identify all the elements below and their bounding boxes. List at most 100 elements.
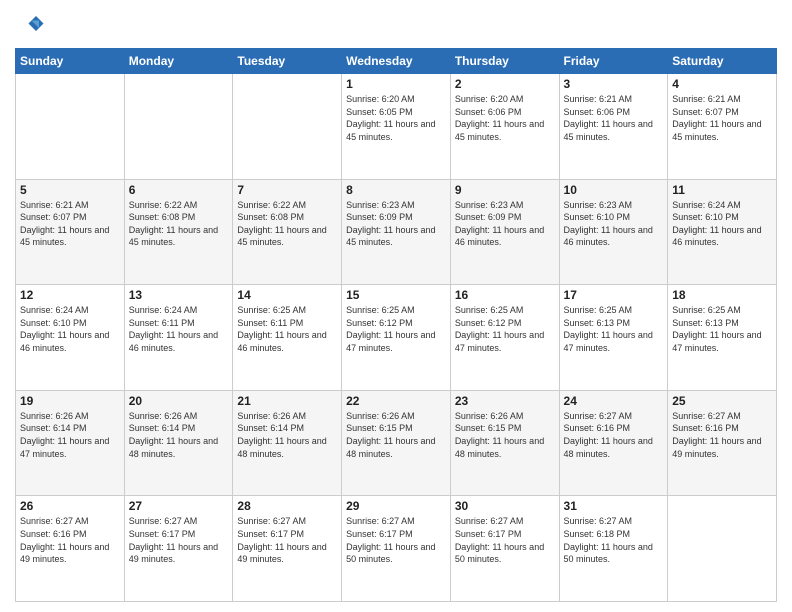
day-number: 15: [346, 288, 446, 302]
day-info: Sunrise: 6:21 AM Sunset: 6:07 PM Dayligh…: [672, 93, 772, 143]
day-info: Sunrise: 6:26 AM Sunset: 6:14 PM Dayligh…: [129, 410, 229, 460]
page: SundayMondayTuesdayWednesdayThursdayFrid…: [0, 0, 792, 612]
calendar-cell: 14 Sunrise: 6:25 AM Sunset: 6:11 PM Dayli…: [233, 285, 342, 391]
day-info: Sunrise: 6:22 AM Sunset: 6:08 PM Dayligh…: [129, 199, 229, 249]
day-info: Sunrise: 6:27 AM Sunset: 6:18 PM Dayligh…: [564, 515, 664, 565]
day-number: 6: [129, 183, 229, 197]
calendar-cell: 26Sunrise: 6:27 AM Sunset: 6:16 PM Dayli…: [16, 496, 125, 602]
day-number: 9: [455, 183, 555, 197]
day-number: 25: [672, 394, 772, 408]
calendar-cell: 8 Sunrise: 6:23 AM Sunset: 6:09 PM Daylig…: [342, 179, 451, 285]
calendar-day-header: Monday: [124, 49, 233, 74]
calendar-cell: 20 Sunrise: 6:26 AM Sunset: 6:14 PM Dayli…: [124, 390, 233, 496]
day-info: Sunrise: 6:26 AM Sunset: 6:15 PM Dayligh…: [346, 410, 446, 460]
day-number: 11: [672, 183, 772, 197]
day-number: 10: [564, 183, 664, 197]
day-info: Sunrise: 6:27 AM Sunset: 6:17 PM Dayligh…: [237, 515, 337, 565]
calendar-cell: 16Sunrise: 6:25 AM Sunset: 6:12 PM Dayli…: [450, 285, 559, 391]
day-info: Sunrise: 6:24 AM Sunset: 6:11 PM Dayligh…: [129, 304, 229, 354]
logo-icon: [15, 10, 45, 40]
calendar-cell: [233, 74, 342, 180]
calendar-table: SundayMondayTuesdayWednesdayThursdayFrid…: [15, 48, 777, 602]
calendar-week-row: 5 Sunrise: 6:21 AM Sunset: 6:07 PM Daylig…: [16, 179, 777, 285]
day-number: 17: [564, 288, 664, 302]
header: [15, 10, 777, 40]
day-number: 18: [672, 288, 772, 302]
day-number: 21: [237, 394, 337, 408]
calendar-day-header: Thursday: [450, 49, 559, 74]
day-info: Sunrise: 6:27 AM Sunset: 6:16 PM Dayligh…: [672, 410, 772, 460]
day-number: 4: [672, 77, 772, 91]
day-number: 19: [20, 394, 120, 408]
calendar-cell: 15 Sunrise: 6:25 AM Sunset: 6:12 PM Dayli…: [342, 285, 451, 391]
calendar-cell: 19 Sunrise: 6:26 AM Sunset: 6:14 PM Dayli…: [16, 390, 125, 496]
day-info: Sunrise: 6:27 AM Sunset: 6:17 PM Dayligh…: [346, 515, 446, 565]
day-info: Sunrise: 6:26 AM Sunset: 6:14 PM Dayligh…: [237, 410, 337, 460]
calendar-cell: 9 Sunrise: 6:23 AM Sunset: 6:09 PM Daylig…: [450, 179, 559, 285]
day-info: Sunrise: 6:21 AM Sunset: 6:06 PM Dayligh…: [564, 93, 664, 143]
day-number: 27: [129, 499, 229, 513]
calendar-cell: 30 Sunrise: 6:27 AM Sunset: 6:17 PM Dayli…: [450, 496, 559, 602]
day-number: 23: [455, 394, 555, 408]
day-info: Sunrise: 6:22 AM Sunset: 6:08 PM Dayligh…: [237, 199, 337, 249]
calendar-day-header: Saturday: [668, 49, 777, 74]
calendar-day-header: Sunday: [16, 49, 125, 74]
day-info: Sunrise: 6:23 AM Sunset: 6:09 PM Dayligh…: [455, 199, 555, 249]
calendar-cell: 29Sunrise: 6:27 AM Sunset: 6:17 PM Dayli…: [342, 496, 451, 602]
day-info: Sunrise: 6:23 AM Sunset: 6:09 PM Dayligh…: [346, 199, 446, 249]
calendar-cell: 31 Sunrise: 6:27 AM Sunset: 6:18 PM Dayli…: [559, 496, 668, 602]
day-info: Sunrise: 6:25 AM Sunset: 6:11 PM Dayligh…: [237, 304, 337, 354]
calendar-cell: 1 Sunrise: 6:20 AM Sunset: 6:05 PM Daylig…: [342, 74, 451, 180]
day-info: Sunrise: 6:21 AM Sunset: 6:07 PM Dayligh…: [20, 199, 120, 249]
day-number: 31: [564, 499, 664, 513]
calendar-cell: 4 Sunrise: 6:21 AM Sunset: 6:07 PM Daylig…: [668, 74, 777, 180]
calendar-cell: 5 Sunrise: 6:21 AM Sunset: 6:07 PM Daylig…: [16, 179, 125, 285]
calendar-day-header: Wednesday: [342, 49, 451, 74]
calendar-cell: 2 Sunrise: 6:20 AM Sunset: 6:06 PM Daylig…: [450, 74, 559, 180]
day-number: 8: [346, 183, 446, 197]
day-info: Sunrise: 6:25 AM Sunset: 6:13 PM Dayligh…: [564, 304, 664, 354]
calendar-cell: 23Sunrise: 6:26 AM Sunset: 6:15 PM Dayli…: [450, 390, 559, 496]
day-number: 24: [564, 394, 664, 408]
day-info: Sunrise: 6:23 AM Sunset: 6:10 PM Dayligh…: [564, 199, 664, 249]
day-info: Sunrise: 6:24 AM Sunset: 6:10 PM Dayligh…: [672, 199, 772, 249]
day-number: 7: [237, 183, 337, 197]
calendar-header-row: SundayMondayTuesdayWednesdayThursdayFrid…: [16, 49, 777, 74]
day-number: 1: [346, 77, 446, 91]
day-number: 28: [237, 499, 337, 513]
calendar-week-row: 19 Sunrise: 6:26 AM Sunset: 6:14 PM Dayli…: [16, 390, 777, 496]
day-info: Sunrise: 6:27 AM Sunset: 6:17 PM Dayligh…: [455, 515, 555, 565]
calendar-day-header: Friday: [559, 49, 668, 74]
day-info: Sunrise: 6:27 AM Sunset: 6:16 PM Dayligh…: [564, 410, 664, 460]
calendar-cell: 13Sunrise: 6:24 AM Sunset: 6:11 PM Dayli…: [124, 285, 233, 391]
day-info: Sunrise: 6:25 AM Sunset: 6:12 PM Dayligh…: [346, 304, 446, 354]
day-info: Sunrise: 6:20 AM Sunset: 6:05 PM Dayligh…: [346, 93, 446, 143]
day-number: 14: [237, 288, 337, 302]
day-number: 5: [20, 183, 120, 197]
day-info: Sunrise: 6:20 AM Sunset: 6:06 PM Dayligh…: [455, 93, 555, 143]
calendar-cell: 22 Sunrise: 6:26 AM Sunset: 6:15 PM Dayli…: [342, 390, 451, 496]
day-number: 30: [455, 499, 555, 513]
calendar-cell: [124, 74, 233, 180]
calendar-cell: [16, 74, 125, 180]
calendar-cell: 21 Sunrise: 6:26 AM Sunset: 6:14 PM Dayli…: [233, 390, 342, 496]
calendar-week-row: 12 Sunrise: 6:24 AM Sunset: 6:10 PM Dayli…: [16, 285, 777, 391]
logo: [15, 10, 49, 40]
day-number: 2: [455, 77, 555, 91]
day-info: Sunrise: 6:25 AM Sunset: 6:13 PM Dayligh…: [672, 304, 772, 354]
day-number: 20: [129, 394, 229, 408]
day-info: Sunrise: 6:26 AM Sunset: 6:14 PM Dayligh…: [20, 410, 120, 460]
day-info: Sunrise: 6:27 AM Sunset: 6:16 PM Dayligh…: [20, 515, 120, 565]
day-number: 22: [346, 394, 446, 408]
calendar-cell: 6 Sunrise: 6:22 AM Sunset: 6:08 PM Daylig…: [124, 179, 233, 285]
calendar-cell: [668, 496, 777, 602]
day-number: 3: [564, 77, 664, 91]
calendar-week-row: 26Sunrise: 6:27 AM Sunset: 6:16 PM Dayli…: [16, 496, 777, 602]
calendar-cell: 12 Sunrise: 6:24 AM Sunset: 6:10 PM Dayli…: [16, 285, 125, 391]
calendar-cell: 10 Sunrise: 6:23 AM Sunset: 6:10 PM Dayli…: [559, 179, 668, 285]
day-info: Sunrise: 6:24 AM Sunset: 6:10 PM Dayligh…: [20, 304, 120, 354]
calendar-cell: 27Sunrise: 6:27 AM Sunset: 6:17 PM Dayli…: [124, 496, 233, 602]
day-info: Sunrise: 6:25 AM Sunset: 6:12 PM Dayligh…: [455, 304, 555, 354]
calendar-day-header: Tuesday: [233, 49, 342, 74]
day-number: 12: [20, 288, 120, 302]
